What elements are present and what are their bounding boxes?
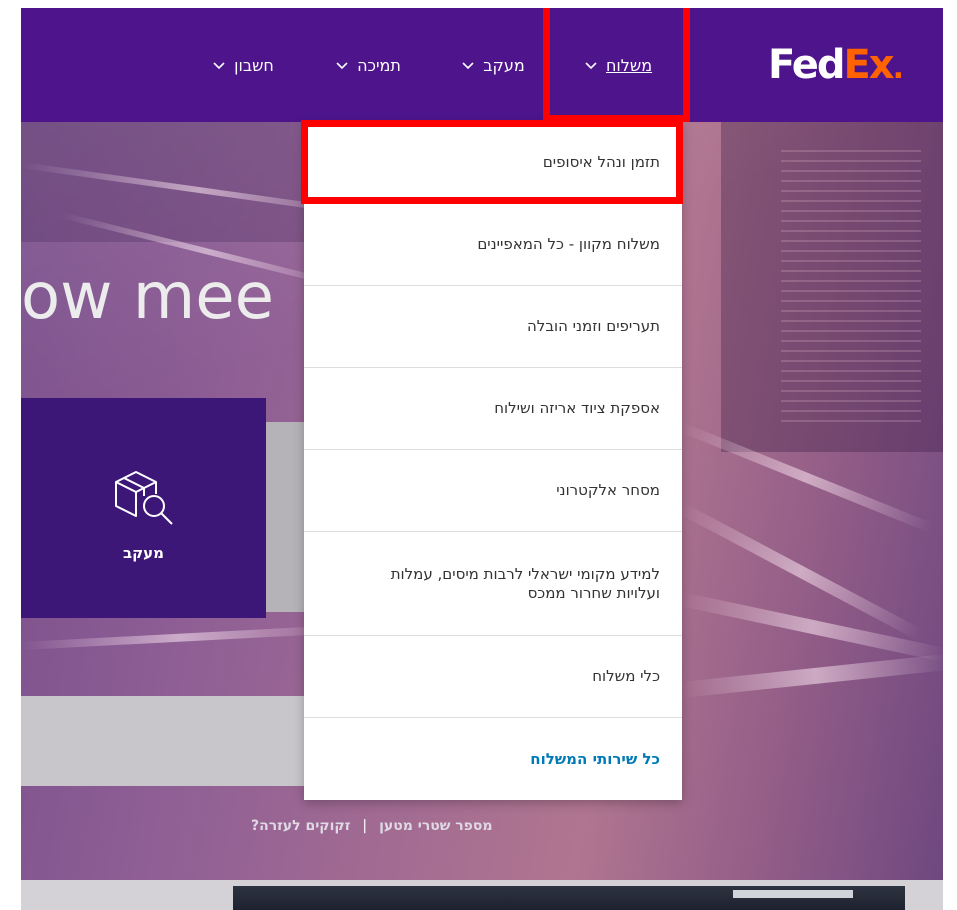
menu-item-label: תזמן ונהל איסופים	[542, 153, 660, 172]
hero-search-bar	[21, 696, 341, 786]
hero-light-streak	[680, 653, 943, 698]
need-help-link[interactable]: זקוקים לעזרה?	[251, 818, 350, 834]
menu-item-ecommerce[interactable]: מסחר אלקטרוני	[304, 450, 682, 532]
package-search-icon	[110, 468, 178, 528]
chevron-down-icon	[584, 58, 598, 72]
menu-item-label: למידע מקומי ישראלי לרבות מיסים, עמלות וע…	[390, 564, 660, 602]
shipping-dropdown-menu: תזמן ונהל איסופים משלוח מקוון - כל המאפי…	[304, 122, 682, 800]
chevron-down-icon	[461, 58, 475, 72]
menu-item-online-shipping[interactable]: משלוח מקוון - כל המאפיינים	[304, 204, 682, 286]
menu-item-label: תעריפים וזמני הובלה	[527, 317, 660, 336]
hero-help-links: מספר שטרי מטען | זקוקים לעזרה?	[251, 818, 493, 834]
menu-item-label: משלוח מקוון - כל המאפיינים	[477, 235, 660, 254]
nav-shipping-label: משלוח	[605, 55, 653, 75]
nav-tracking-label: מעקב	[483, 55, 525, 75]
chevron-down-icon	[335, 58, 349, 72]
menu-item-label: אספקת ציוד אריזה ושילוח	[494, 399, 660, 418]
nav-shipping[interactable]: משלוח	[558, 8, 678, 122]
nav-account[interactable]: חשבון	[188, 8, 298, 122]
menu-item-shipping-tools[interactable]: כלי משלוח	[304, 636, 682, 718]
hero-light-streak	[21, 625, 341, 650]
hero-building-left	[21, 122, 321, 242]
logo-fed: Fed	[768, 42, 845, 88]
shipment-number-link[interactable]: מספר שטרי מטען	[379, 818, 492, 834]
menu-item-label: כלי משלוח	[592, 667, 660, 686]
tracking-card[interactable]: מעקב	[21, 398, 266, 618]
menu-item-all-shipping-services[interactable]: כל שירותי המשלוח	[304, 718, 682, 800]
menu-item-label: כל שירותי המשלוח	[530, 749, 660, 768]
hero-heading: ow mee	[21, 260, 274, 334]
next-section-image-detail	[733, 890, 853, 898]
hero-building-windows	[781, 142, 921, 422]
next-section-image	[233, 886, 905, 910]
nav-support[interactable]: תמיכה	[313, 8, 423, 122]
next-section-strip	[21, 880, 943, 910]
top-navigation: FedEx. משלוח מעקב תמיכה חשבון	[21, 8, 943, 122]
menu-item-packaging-supplies[interactable]: אספקת ציוד אריזה ושילוח	[304, 368, 682, 450]
menu-item-rates-transit-times[interactable]: תעריפים וזמני הובלה	[304, 286, 682, 368]
logo-dot: .	[892, 51, 904, 86]
browser-viewport: ow mee מעקב מספר שטרי מטען | זקוקים לעזר…	[21, 8, 943, 910]
menu-item-israel-customs-info[interactable]: למידע מקומי ישראלי לרבות מיסים, עמלות וע…	[304, 532, 682, 636]
fedex-logo[interactable]: FedEx.	[768, 42, 904, 88]
chevron-down-icon	[212, 58, 226, 72]
menu-item-label: מסחר אלקטרוני	[556, 481, 660, 500]
tracking-card-label: מעקב	[122, 544, 165, 562]
nav-support-label: תמיכה	[357, 55, 401, 75]
logo-ex: Ex	[843, 42, 894, 88]
nav-account-label: חשבון	[234, 55, 274, 75]
links-separator: |	[362, 818, 368, 834]
menu-item-schedule-pickups[interactable]: תזמן ונהל איסופים	[304, 122, 682, 204]
nav-tracking[interactable]: מעקב	[443, 8, 543, 122]
